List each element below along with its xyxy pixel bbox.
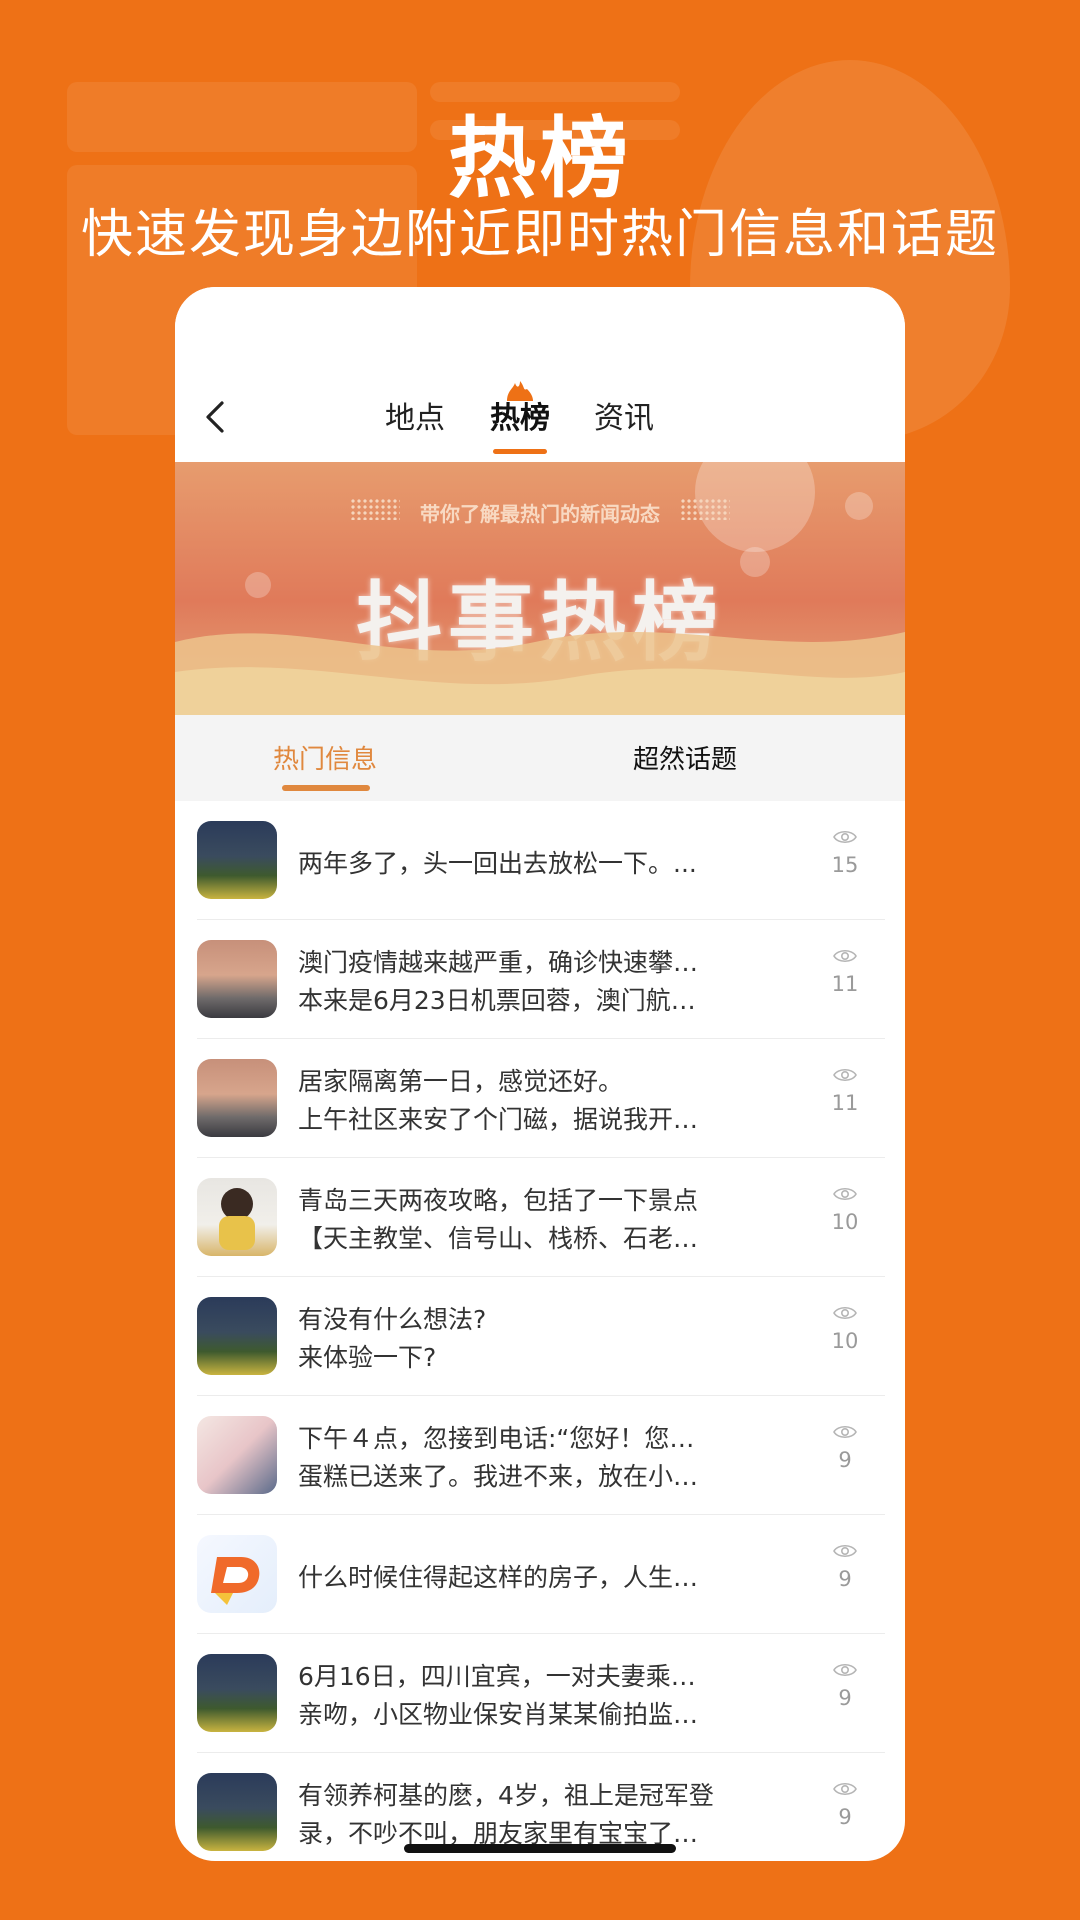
- eye-icon: [833, 949, 857, 963]
- view-count: 10: [831, 1210, 859, 1234]
- active-tab-indicator: [493, 449, 547, 454]
- post-text-line2: 亲吻，小区物业保安肖某某偷拍监控并...: [298, 1700, 718, 1729]
- view-stats: 10: [823, 1186, 867, 1234]
- post-text-line1: 下午４点，忽接到电话:“您好！您的生日: [298, 1424, 718, 1453]
- view-count: 11: [831, 972, 859, 996]
- post-text-line1: 有没有什么想法?: [298, 1305, 487, 1334]
- segment-hot-info[interactable]: 热门信息: [255, 739, 395, 776]
- list-item[interactable]: 两年多了，头一回出去放松一下。... 15: [197, 801, 885, 920]
- post-text-line1: 6月16日，四川宜宾，一对夫妻乘电梯时: [298, 1662, 718, 1691]
- app-logo-icon: [211, 1557, 260, 1605]
- view-count: 15: [831, 853, 859, 877]
- eye-icon: [833, 830, 857, 844]
- content-segment-bar: 热门信息 超然话题: [175, 715, 905, 801]
- eye-icon: [833, 1068, 857, 1082]
- view-stats: 10: [823, 1305, 867, 1353]
- view-stats: 9: [823, 1424, 867, 1472]
- view-count: 10: [831, 1329, 859, 1353]
- view-count: 9: [838, 1567, 852, 1591]
- list-item[interactable]: 有没有什么想法? 来体验一下? 10: [197, 1277, 885, 1396]
- list-item[interactable]: 下午４点，忽接到电话:“您好！您的生日 蛋糕已送来了。我进不来，放在小区门... …: [197, 1396, 885, 1515]
- post-thumbnail: [197, 940, 277, 1018]
- flame-icon: [507, 381, 533, 401]
- post-text-line1: 什么时候住得起这样的房子，人生足矣！: [298, 1563, 718, 1592]
- post-text-line1: 澳门疫情越来越严重，确诊快速攀升。: [298, 948, 718, 977]
- view-count: 11: [831, 1091, 859, 1115]
- tab-news[interactable]: 资讯: [579, 397, 669, 441]
- nav-tabs: 地点 热榜 资讯: [175, 381, 905, 454]
- tab-hot-list[interactable]: 热榜: [475, 381, 565, 454]
- list-item[interactable]: 6月16日，四川宜宾，一对夫妻乘电梯时 亲吻，小区物业保安肖某某偷拍监控并... …: [197, 1634, 885, 1753]
- top-nav: 地点 热榜 资讯: [175, 287, 905, 462]
- view-stats: 11: [823, 1067, 867, 1115]
- eye-icon: [833, 1544, 857, 1558]
- post-text-line1: 居家隔离第一日，感觉还好。: [298, 1067, 624, 1096]
- eye-icon: [833, 1306, 857, 1320]
- hot-list-banner[interactable]: 带你了解最热门的新闻动态 抖事热榜: [175, 462, 905, 715]
- post-text-line1: 两年多了，头一回出去放松一下。...: [298, 849, 697, 878]
- post-text-line2: 上午社区来安了个门磁，据说我开门他...: [298, 1105, 718, 1134]
- post-text-line2: 【天主教堂、信号山、栈桥、石老人浴...: [298, 1224, 718, 1253]
- eye-icon: [833, 1663, 857, 1677]
- view-stats: 11: [823, 948, 867, 996]
- banner-waves: [175, 632, 905, 715]
- tab-hot-list-label: 热榜: [490, 401, 550, 436]
- view-stats: 15: [823, 829, 867, 877]
- view-stats: 9: [823, 1662, 867, 1710]
- post-thumbnail: [197, 1297, 277, 1375]
- home-indicator[interactable]: [404, 1844, 676, 1853]
- post-text-line1: 有领养柯基的麽，4岁，祖上是冠军登: [298, 1781, 714, 1810]
- post-text-line2: 本来是6月23日机票回蓉，澳门航空直...: [298, 986, 718, 1015]
- list-item[interactable]: 什么时候住得起这样的房子，人生足矣！ 9: [197, 1515, 885, 1634]
- post-text-line1: 青岛三天两夜攻略，包括了一下景点: [298, 1186, 699, 1215]
- post-thumbnail: [197, 1059, 277, 1137]
- list-item[interactable]: 居家隔离第一日，感觉还好。上午社区来安了个门磁，据说我开门他... 11: [197, 1039, 885, 1158]
- view-count: 9: [838, 1805, 852, 1829]
- post-thumbnail: [197, 1773, 277, 1851]
- banner-tagline: 带你了解最热门的新闻动态: [420, 502, 660, 526]
- promo-subtitle: 快速发现身边附近即时热门信息和话题: [80, 205, 999, 265]
- view-stats: 9: [823, 1781, 867, 1829]
- view-stats: 9: [823, 1543, 867, 1591]
- active-segment-indicator: [282, 785, 370, 791]
- list-item[interactable]: 青岛三天两夜攻略，包括了一下景点 【天主教堂、信号山、栈桥、石老人浴... 10: [197, 1158, 885, 1277]
- phone-screen: 地点 热榜 资讯 带你了解最热门的新闻动态 抖事热榜 热门信息 超然话题 两年多…: [175, 287, 905, 1861]
- eye-icon: [833, 1425, 857, 1439]
- view-count: 9: [838, 1448, 852, 1472]
- post-text-line2: 蛋糕已送来了。我进不来，放在小区门...: [298, 1462, 718, 1491]
- post-thumbnail: [197, 1416, 277, 1494]
- view-count: 9: [838, 1686, 852, 1710]
- post-thumbnail: [197, 1178, 277, 1256]
- post-text-line2: 来体验一下?: [298, 1343, 437, 1372]
- list-item[interactable]: 澳门疫情越来越严重，确诊快速攀升。 本来是6月23日机票回蓉，澳门航空直... 1…: [197, 920, 885, 1039]
- post-thumbnail: [197, 821, 277, 899]
- segment-topics[interactable]: 超然话题: [615, 739, 755, 776]
- post-thumbnail: [197, 1654, 277, 1732]
- eye-icon: [833, 1187, 857, 1201]
- eye-icon: [833, 1782, 857, 1796]
- post-thumbnail: [197, 1535, 277, 1613]
- tab-location[interactable]: 地点: [370, 397, 460, 441]
